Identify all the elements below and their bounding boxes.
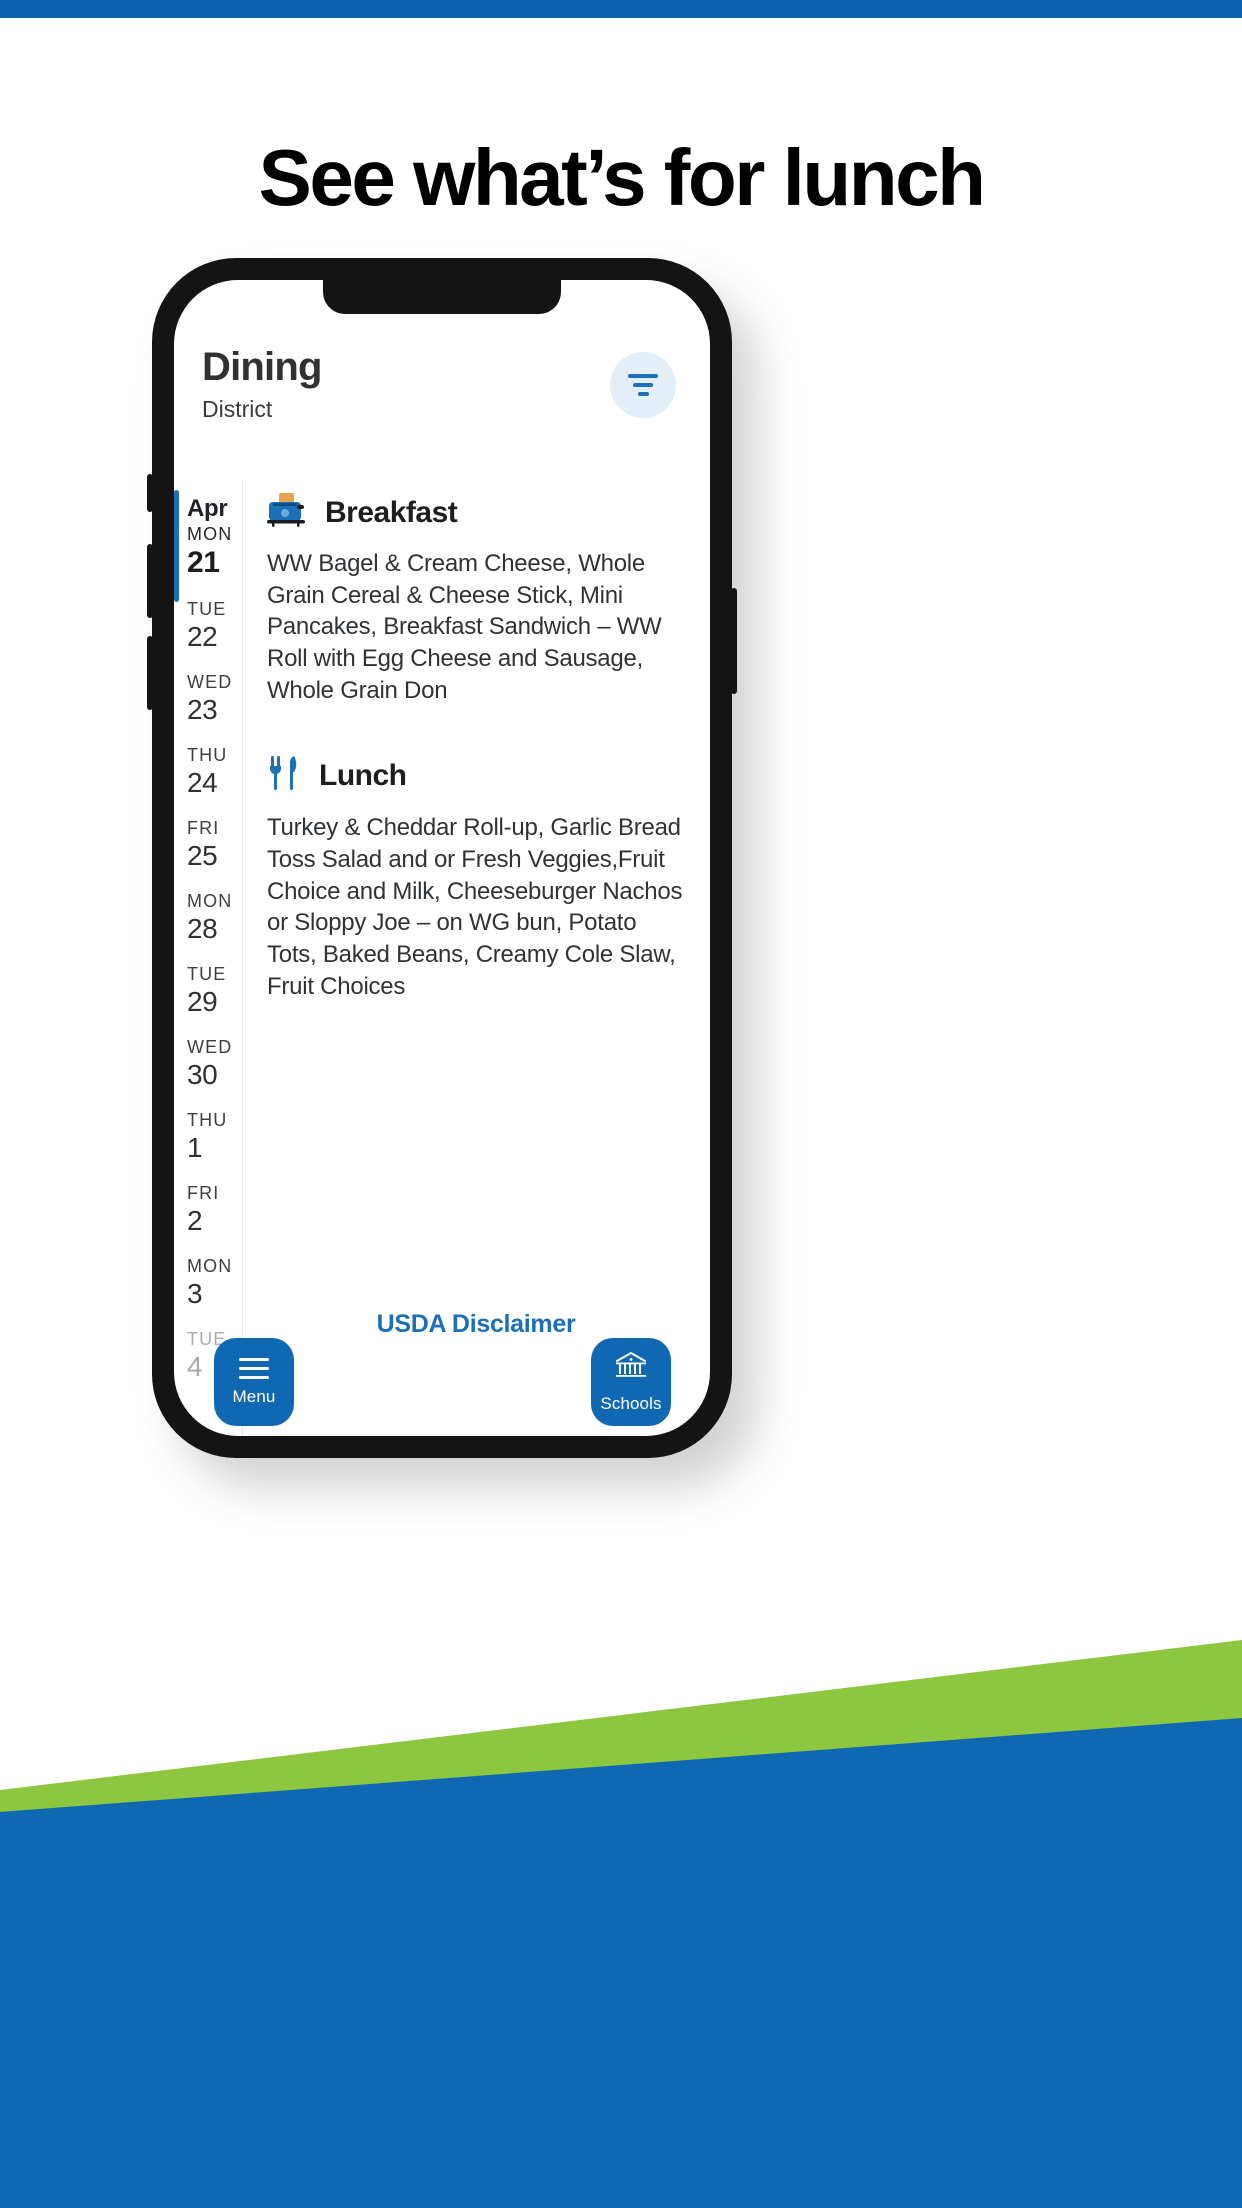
page-title: See what’s for lunch	[258, 133, 986, 222]
date-day-number: 24	[187, 767, 218, 798]
filter-icon	[628, 374, 658, 396]
breakfast-description: WW Bagel & Cream Cheese, Whole Grain Cer…	[267, 550, 662, 704]
lunch-title: Lunch	[319, 758, 407, 792]
date-month: Apr	[187, 495, 228, 522]
lunch-header: Lunch	[267, 754, 688, 797]
blue-band	[0, 1718, 1242, 2208]
breakfast-header: Breakfast	[267, 492, 688, 533]
date-day-number: 21	[187, 546, 220, 579]
date-weekday: TUE	[187, 599, 227, 619]
date-weekday: FRI	[187, 818, 220, 838]
date-item[interactable]: TUE 22	[174, 589, 242, 662]
lunch-section: Lunch Turkey & Cheddar Roll-up, Garlic B…	[267, 754, 688, 1002]
date-item[interactable]: TUE 29	[174, 954, 242, 1027]
menu-button-label: Menu	[232, 1386, 276, 1406]
date-day-number: 22	[187, 621, 218, 652]
breakfast-section: Breakfast WW Bagel & Cream Cheese, Whole…	[267, 492, 688, 706]
date-weekday: FRI	[187, 1183, 220, 1203]
app-header: Dining District	[174, 338, 710, 480]
date-item[interactable]: Apr MON 21	[174, 486, 242, 602]
date-item[interactable]: MON 28	[174, 881, 242, 954]
school-building-icon	[613, 1351, 649, 1386]
phone-power-button	[731, 588, 737, 694]
date-day-number: 23	[187, 694, 218, 725]
usda-disclaimer-link[interactable]: USDA Disclaimer	[242, 1310, 710, 1339]
date-item[interactable]: WED 30	[174, 1027, 242, 1100]
app-body: Apr MON 21 TUE 22 WED 23 THU 24 FRI 25 MON 28 TUE 29 WE…	[174, 480, 710, 1436]
date-weekday: MON	[187, 891, 233, 911]
date-day-number: 30	[187, 1059, 218, 1090]
breakfast-title: Breakfast	[325, 495, 458, 529]
lunch-description: Turkey & Cheddar Roll-up, Garlic Bread T…	[267, 814, 683, 1000]
hamburger-icon	[239, 1357, 269, 1379]
date-item[interactable]: FRI 2	[174, 1173, 242, 1246]
date-item[interactable]: MON 3	[174, 1246, 242, 1319]
phone-mockup: Dining District Apr MON 21 TUE 22 WED 23 THU 24 F…	[147, 258, 737, 1458]
menu-pane: Breakfast WW Bagel & Cream Cheese, Whole…	[243, 480, 710, 1436]
date-day-number: 2	[187, 1205, 203, 1236]
date-weekday: MON	[187, 1256, 233, 1276]
date-weekday: MON	[187, 524, 233, 544]
date-item[interactable]: FRI 25	[174, 808, 242, 881]
schools-button-label: Schools	[600, 1393, 662, 1413]
schools-button[interactable]: Schools	[591, 1338, 671, 1426]
toaster-icon	[267, 492, 307, 533]
date-day-number: 3	[187, 1278, 203, 1309]
menu-button[interactable]: Menu	[214, 1338, 294, 1426]
date-day-number: 25	[187, 840, 218, 871]
date-weekday: THU	[187, 745, 228, 765]
green-band	[0, 1640, 1242, 1860]
app-title-group: Dining District	[202, 338, 322, 421]
phone-volume-up	[147, 544, 153, 618]
phone-screen: Dining District Apr MON 21 TUE 22 WED 23 THU 24 F…	[174, 280, 710, 1436]
fork-knife-icon	[267, 754, 301, 797]
date-selected-marker	[174, 490, 179, 602]
date-weekday: WED	[187, 1037, 233, 1057]
phone-mute-switch	[147, 474, 153, 512]
date-weekday: THU	[187, 1110, 228, 1130]
date-day-number: 28	[187, 913, 218, 944]
date-weekday: TUE	[187, 964, 227, 984]
date-item[interactable]: THU 1	[174, 1100, 242, 1173]
date-day-number: 1	[187, 1132, 203, 1163]
date-item[interactable]: THU 24	[174, 735, 242, 808]
date-rail[interactable]: Apr MON 21 TUE 22 WED 23 THU 24 FRI 25 MON 28 TUE 29 WE…	[174, 480, 243, 1436]
filter-button[interactable]	[610, 352, 676, 418]
phone-notch	[323, 280, 561, 314]
date-weekday: WED	[187, 672, 233, 692]
date-day-number: 29	[187, 986, 218, 1017]
date-item[interactable]: WED 23	[174, 662, 242, 735]
phone-volume-down	[147, 636, 153, 710]
top-accent-bar	[0, 0, 1242, 18]
page-title-dining: Dining	[202, 345, 322, 389]
page-subtitle: District	[202, 396, 273, 422]
